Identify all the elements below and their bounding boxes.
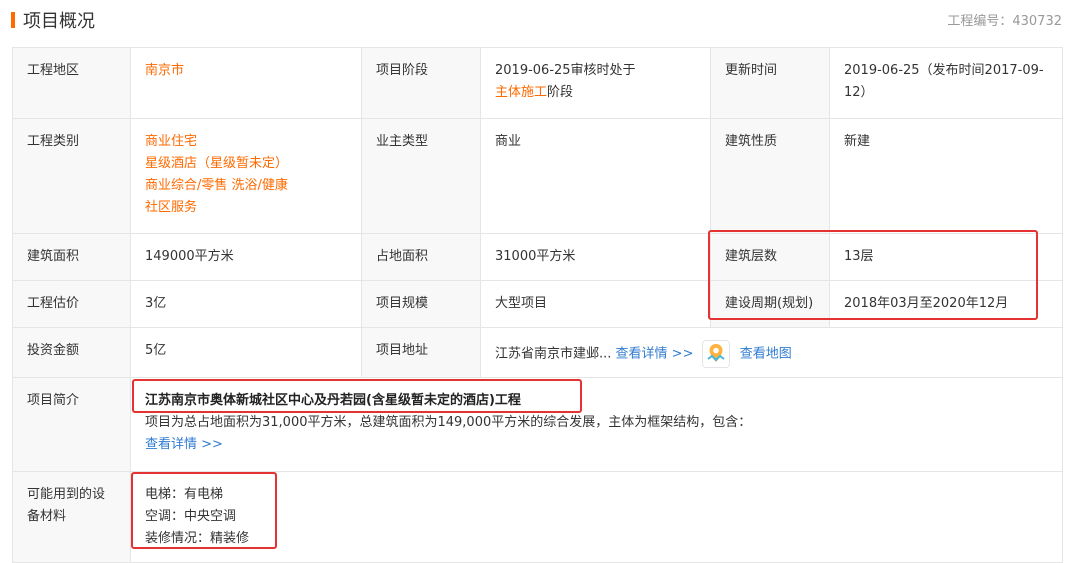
value-materials: 电梯：有电梯 空调：中央空调 装修情况：精装修 — [131, 472, 1063, 562]
material-item: 空调：中央空调 — [145, 509, 237, 524]
table-row: 可能用到的设备材料 电梯：有电梯 空调：中央空调 装修情况：精装修 — [13, 472, 1063, 563]
label-address: 项目地址 — [362, 328, 481, 377]
category-item[interactable]: 社区服务 — [145, 197, 347, 219]
table-row: 建筑面积 149000平方米 占地面积 31000平方米 建筑层数 13层 — [13, 234, 1063, 281]
value-address: 江苏省南京市建邺... 查看详情 >> 查看地图 — [481, 328, 1063, 377]
value-build-nature: 新建 — [830, 119, 1063, 233]
table-row: 工程类别 商业住宅 星级酒店（星级暂未定） 商业综合/零售 洗浴/健康 社区服务… — [13, 119, 1063, 234]
intro-detail-link[interactable]: 查看详情 >> — [145, 434, 1048, 456]
value-region[interactable]: 南京市 — [131, 48, 362, 118]
value-stage: 2019-06-25审核时处于 主体施工阶段 — [481, 48, 711, 118]
category-item[interactable]: 商业住宅 — [145, 131, 347, 153]
value-update-time: 2019-06-25（发布时间2017-09-12） — [830, 48, 1063, 118]
label-scale: 项目规模 — [362, 281, 481, 327]
label-build-area: 建筑面积 — [13, 234, 131, 280]
section-title: 项目概况 — [23, 11, 95, 32]
value-floors: 13层 — [830, 234, 1063, 280]
label-region: 工程地区 — [13, 48, 131, 118]
value-scale: 大型项目 — [481, 281, 711, 327]
label-investment: 投资金额 — [13, 328, 131, 377]
stage-post: 阶段 — [547, 85, 574, 100]
section-header: 项目概况 工程编号：430732 — [0, 0, 1075, 40]
label-update-time: 更新时间 — [711, 48, 830, 118]
address-detail-link[interactable]: 查看详情 >> — [616, 347, 694, 362]
material-item: 装修情况：精装修 — [145, 531, 250, 546]
category-item[interactable]: 商业综合/零售 洗浴/健康 — [145, 175, 347, 197]
value-owner-type: 商业 — [481, 119, 711, 233]
value-build-area: 149000平方米 — [131, 234, 362, 280]
value-land-area: 31000平方米 — [481, 234, 711, 280]
project-code: 工程编号：430732 — [947, 14, 1062, 29]
intro-description: 项目为总占地面积为31,000平方米，总建筑面积为149,000平方米的综合发展… — [145, 415, 752, 430]
label-intro: 项目简介 — [13, 378, 131, 471]
label-materials: 可能用到的设备材料 — [13, 472, 131, 562]
value-period: 2018年03月至2020年12月 — [830, 281, 1063, 327]
label-estimate: 工程估价 — [13, 281, 131, 327]
title-accent-bar — [11, 12, 15, 28]
table-row: 工程估价 3亿 项目规模 大型项目 建设周期(规划) 2018年03月至2020… — [13, 281, 1063, 328]
table-row: 投资金额 5亿 项目地址 江苏省南京市建邺... 查看详情 >> 查看地图 — [13, 328, 1063, 378]
category-item[interactable]: 星级酒店（星级暂未定） — [145, 153, 347, 175]
table-row: 项目简介 江苏南京市奥体新城社区中心及丹若园(含星级暂未定的酒店)工程 项目为总… — [13, 378, 1063, 472]
value-investment: 5亿 — [131, 328, 362, 377]
material-item: 电梯：有电梯 — [145, 487, 224, 502]
stage-link[interactable]: 主体施工 — [495, 85, 547, 100]
value-category: 商业住宅 星级酒店（星级暂未定） 商业综合/零售 洗浴/健康 社区服务 — [131, 119, 362, 233]
label-category: 工程类别 — [13, 119, 131, 233]
label-stage: 项目阶段 — [362, 48, 481, 118]
value-intro: 江苏南京市奥体新城社区中心及丹若园(含星级暂未定的酒店)工程 项目为总占地面积为… — [131, 378, 1063, 471]
label-land-area: 占地面积 — [362, 234, 481, 280]
view-map-link[interactable]: 查看地图 — [740, 347, 792, 362]
value-estimate: 3亿 — [131, 281, 362, 327]
label-period: 建设周期(规划) — [711, 281, 830, 327]
map-pin-icon[interactable] — [701, 340, 730, 368]
overview-table: 工程地区 南京市 项目阶段 2019-06-25审核时处于 主体施工阶段 更新时间… — [12, 47, 1063, 563]
table-row: 工程地区 南京市 项目阶段 2019-06-25审核时处于 主体施工阶段 更新时间… — [13, 48, 1063, 119]
stage-pre: 2019-06-25审核时处于 — [495, 63, 636, 78]
intro-title: 江苏南京市奥体新城社区中心及丹若园(含星级暂未定的酒店)工程 — [145, 393, 521, 408]
address-text: 江苏省南京市建邺... — [495, 346, 612, 362]
label-floors: 建筑层数 — [711, 234, 830, 280]
label-owner-type: 业主类型 — [362, 119, 481, 233]
label-build-nature: 建筑性质 — [711, 119, 830, 233]
